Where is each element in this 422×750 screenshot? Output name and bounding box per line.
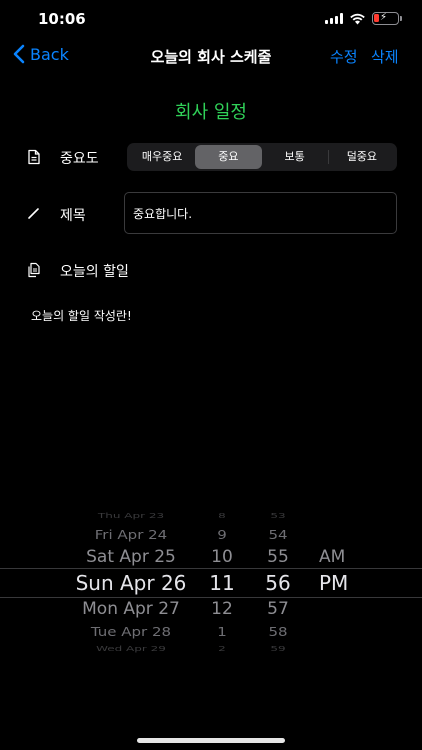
title-label: 제목 (60, 208, 86, 224)
page-title: 오늘의 회사 스케줄 (150, 48, 272, 66)
picker-minute-option[interactable]: 59 (258, 645, 298, 653)
wifi-icon (350, 13, 365, 25)
picker-hour-option[interactable]: 12 (202, 599, 242, 619)
importance-segmented-control: 매우중요 중요 보통 덜중요 (127, 143, 397, 171)
picker-date-option[interactable]: Mon Apr 27 (56, 599, 206, 619)
picker-hour-option[interactable]: 10 (202, 547, 242, 567)
todo-label: 오늘의 할일 (60, 264, 129, 280)
section-heading: 회사 일정 (175, 102, 247, 123)
edit-button[interactable]: 수정 (330, 46, 358, 67)
date-time-picker[interactable]: Thu Apr 23 Fri Apr 24 Sat Apr 25 Sun Apr… (0, 505, 422, 665)
picker-ampm-option[interactable]: AM (319, 547, 359, 567)
copy-documents-icon (28, 262, 40, 278)
status-time: 10:06 (38, 10, 86, 28)
picker-date-option[interactable]: Wed Apr 29 (56, 645, 206, 653)
picker-minute-option[interactable]: 55 (258, 547, 298, 567)
picker-date-option[interactable]: Sat Apr 25 (56, 547, 206, 567)
todo-content[interactable]: 오늘의 할일 작성란! (31, 307, 132, 324)
picker-minute-option[interactable]: 54 (258, 527, 298, 542)
picker-date-selected[interactable]: Sun Apr 26 (56, 571, 206, 595)
picker-date-option[interactable]: Fri Apr 24 (56, 527, 206, 542)
picker-minute-option[interactable]: 57 (258, 599, 298, 619)
segment-important[interactable]: 중요 (195, 145, 262, 169)
picker-hour-option[interactable]: 8 (202, 512, 242, 520)
segment-normal[interactable]: 보통 (262, 145, 328, 169)
segment-less-important[interactable]: 덜중요 (329, 145, 395, 169)
picker-date-option[interactable]: Tue Apr 28 (56, 624, 206, 639)
delete-button[interactable]: 삭제 (371, 46, 399, 67)
navigation-bar: Back 오늘의 회사 스케줄 수정 삭제 (0, 40, 422, 72)
picker-ampm-selected[interactable]: PM (319, 571, 359, 595)
home-indicator (137, 738, 285, 743)
picker-hour-selected[interactable]: 11 (202, 571, 242, 595)
segment-very-important[interactable]: 매우중요 (129, 145, 195, 169)
picker-minute-option[interactable]: 53 (258, 512, 298, 520)
status-bar: 10:06 ⚡ (0, 0, 422, 40)
title-input[interactable] (124, 192, 397, 234)
cellular-signal-icon (325, 13, 343, 24)
picker-minute-selected[interactable]: 56 (258, 571, 298, 595)
document-icon (28, 149, 40, 165)
picker-hour-option[interactable]: 1 (202, 624, 242, 639)
picker-date-option[interactable]: Thu Apr 23 (56, 512, 206, 520)
picker-hour-option[interactable]: 2 (202, 645, 242, 653)
importance-label: 중요도 (60, 151, 99, 167)
battery-charging-icon: ⚡ (372, 12, 402, 25)
picker-hour-option[interactable]: 9 (202, 527, 242, 542)
pencil-icon (28, 208, 39, 219)
picker-minute-option[interactable]: 58 (258, 624, 298, 639)
